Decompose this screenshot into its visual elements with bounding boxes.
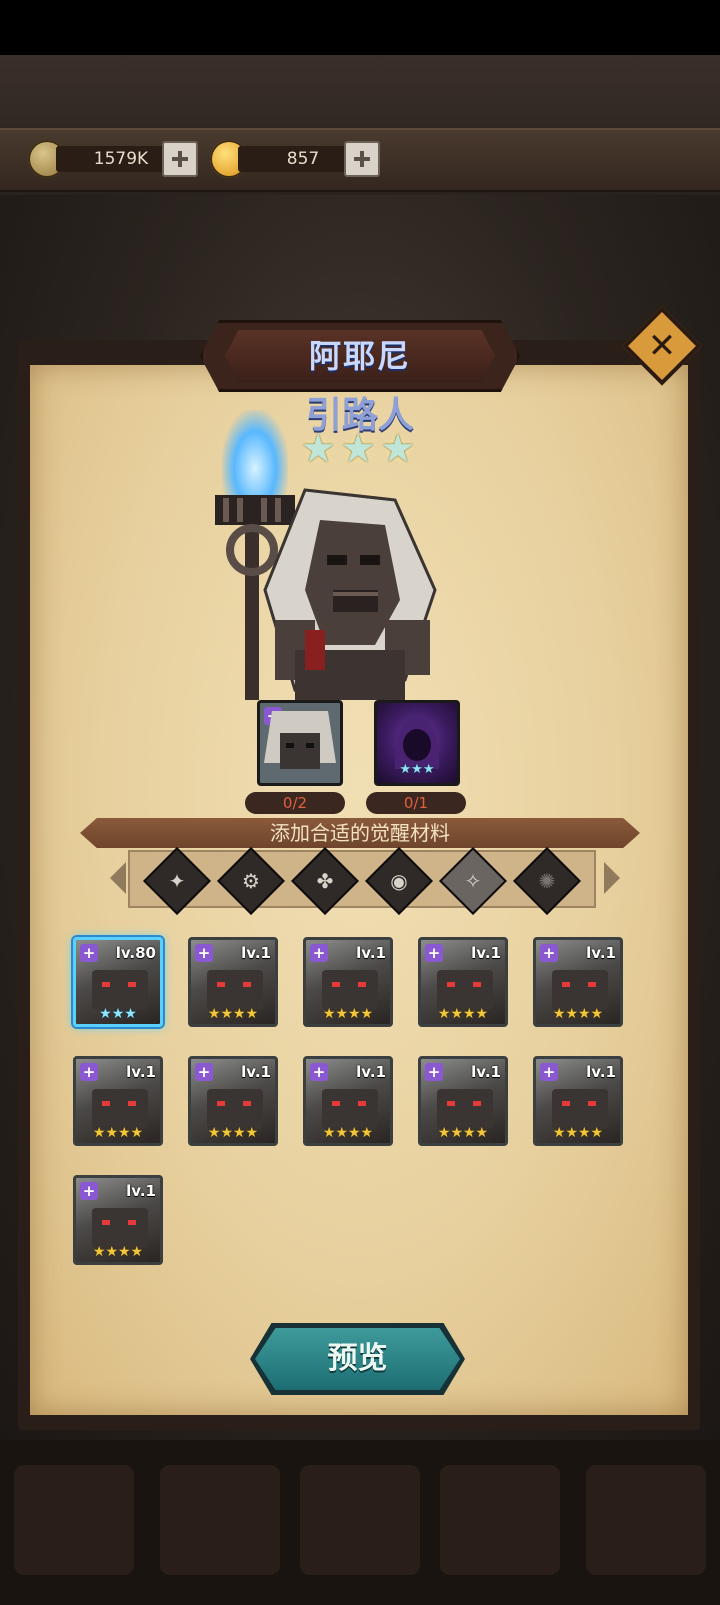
hero-face xyxy=(552,970,608,1010)
nav-item-4[interactable] xyxy=(440,1465,560,1575)
close-icon[interactable]: ✕ xyxy=(634,318,690,374)
faction-light-icon: ✧ xyxy=(464,869,482,893)
faction-clover-icon: ✤ xyxy=(316,869,334,893)
hero-face xyxy=(92,1208,148,1248)
plus-icon: + xyxy=(80,1182,98,1200)
hero-card[interactable]: + lv.1 ★★★★ xyxy=(188,1056,278,1146)
card-level: lv.1 xyxy=(126,1063,156,1081)
card-stars: ★★★★ xyxy=(552,1006,604,1022)
hero-stars: ★★★ xyxy=(300,426,420,472)
hero-card[interactable]: + lv.1 ★★★★ xyxy=(73,1175,163,1265)
hero-face xyxy=(322,1089,378,1129)
hero-face xyxy=(92,970,148,1010)
hero-card[interactable]: + lv.1 ★★★★ xyxy=(303,1056,393,1146)
faction-eye-icon: ◉ xyxy=(390,869,408,893)
plus-icon: + xyxy=(195,944,213,962)
material-slot-same-hero[interactable]: + xyxy=(257,700,343,786)
plus-icon: + xyxy=(80,944,98,962)
hero-card[interactable]: + lv.1 ★★★★ xyxy=(188,937,278,1027)
hero-face xyxy=(92,1089,148,1129)
hero-face xyxy=(322,970,378,1010)
hint-text: 添加合适的觉醒材料 xyxy=(270,821,450,845)
plus-icon: + xyxy=(425,1063,443,1081)
card-level: lv.80 xyxy=(115,944,156,962)
plus-icon: + xyxy=(310,944,328,962)
nav-item-5[interactable] xyxy=(586,1465,706,1575)
hero-card[interactable]: + lv.1 ★★★★ xyxy=(418,937,508,1027)
material-slot-any-hero[interactable]: ★★★ xyxy=(374,700,460,786)
plus-icon: + xyxy=(540,1063,558,1081)
card-stars: ★★★★ xyxy=(92,1125,144,1141)
hero-card[interactable]: + lv.1 ★★★★ xyxy=(533,937,623,1027)
hero-face xyxy=(552,1089,608,1129)
add-gem-button[interactable] xyxy=(344,141,380,177)
hero-face xyxy=(207,1089,263,1129)
plus-icon: + xyxy=(310,1063,328,1081)
nav-item-2[interactable] xyxy=(160,1465,280,1575)
faction-dark-icon: ✺ xyxy=(538,869,556,893)
material-count-1: 0/2 xyxy=(245,792,345,814)
slot-stars: ★★★ xyxy=(399,762,435,777)
card-level: lv.1 xyxy=(471,1063,501,1081)
card-stars: ★★★★ xyxy=(322,1125,374,1141)
hero-thumbnail xyxy=(264,711,336,769)
hero-face xyxy=(437,970,493,1010)
card-stars: ★★★★ xyxy=(552,1125,604,1141)
card-level: lv.1 xyxy=(356,1063,386,1081)
plus-icon: + xyxy=(80,1063,98,1081)
hero-face xyxy=(437,1089,493,1129)
hero-card[interactable]: + lv.1 ★★★★ xyxy=(533,1056,623,1146)
card-level: lv.1 xyxy=(356,944,386,962)
material-count-2: 0/1 xyxy=(366,792,466,814)
faction-gear-icon: ⚙ xyxy=(242,869,260,893)
hero-card[interactable]: + lv.1 ★★★★ xyxy=(418,1056,508,1146)
plus-icon: + xyxy=(425,944,443,962)
all-factions-icon: ✦ xyxy=(168,869,186,893)
card-level: lv.1 xyxy=(241,1063,271,1081)
hero-card[interactable]: + lv.1 ★★★★ xyxy=(303,937,393,1027)
card-stars: ★★★★ xyxy=(437,1006,489,1022)
card-stars: ★★★★ xyxy=(92,1244,144,1260)
card-stars: ★★★ xyxy=(99,1006,137,1022)
hero-face xyxy=(207,970,263,1010)
card-level: lv.1 xyxy=(241,944,271,962)
card-level: lv.1 xyxy=(126,1182,156,1200)
card-stars: ★★★★ xyxy=(437,1125,489,1141)
gold-resource: 1579K xyxy=(28,140,200,178)
hero-card[interactable]: + lv.1 ★★★★ xyxy=(73,1056,163,1146)
nav-item-3[interactable] xyxy=(300,1465,420,1575)
card-stars: ★★★★ xyxy=(322,1006,374,1022)
hero-card[interactable]: + lv.80 ★★★ xyxy=(73,937,163,1027)
nav-item-1[interactable] xyxy=(14,1465,134,1575)
filter-right-arrow-icon[interactable] xyxy=(604,862,620,894)
plus-icon: + xyxy=(195,1063,213,1081)
card-stars: ★★★★ xyxy=(207,1006,259,1022)
hero-portrait xyxy=(263,488,437,700)
filter-left-arrow-icon[interactable] xyxy=(110,862,126,894)
card-level: lv.1 xyxy=(586,944,616,962)
status-bar xyxy=(0,0,720,55)
plus-icon: + xyxy=(540,944,558,962)
gem-resource: 857 xyxy=(210,140,382,178)
add-gold-button[interactable] xyxy=(162,141,198,177)
preview-button-label[interactable]: 预览 xyxy=(255,1328,460,1390)
card-stars: ★★★★ xyxy=(207,1125,259,1141)
hero-name: 阿耶尼 xyxy=(308,337,411,375)
card-level: lv.1 xyxy=(586,1063,616,1081)
card-level: lv.1 xyxy=(471,944,501,962)
